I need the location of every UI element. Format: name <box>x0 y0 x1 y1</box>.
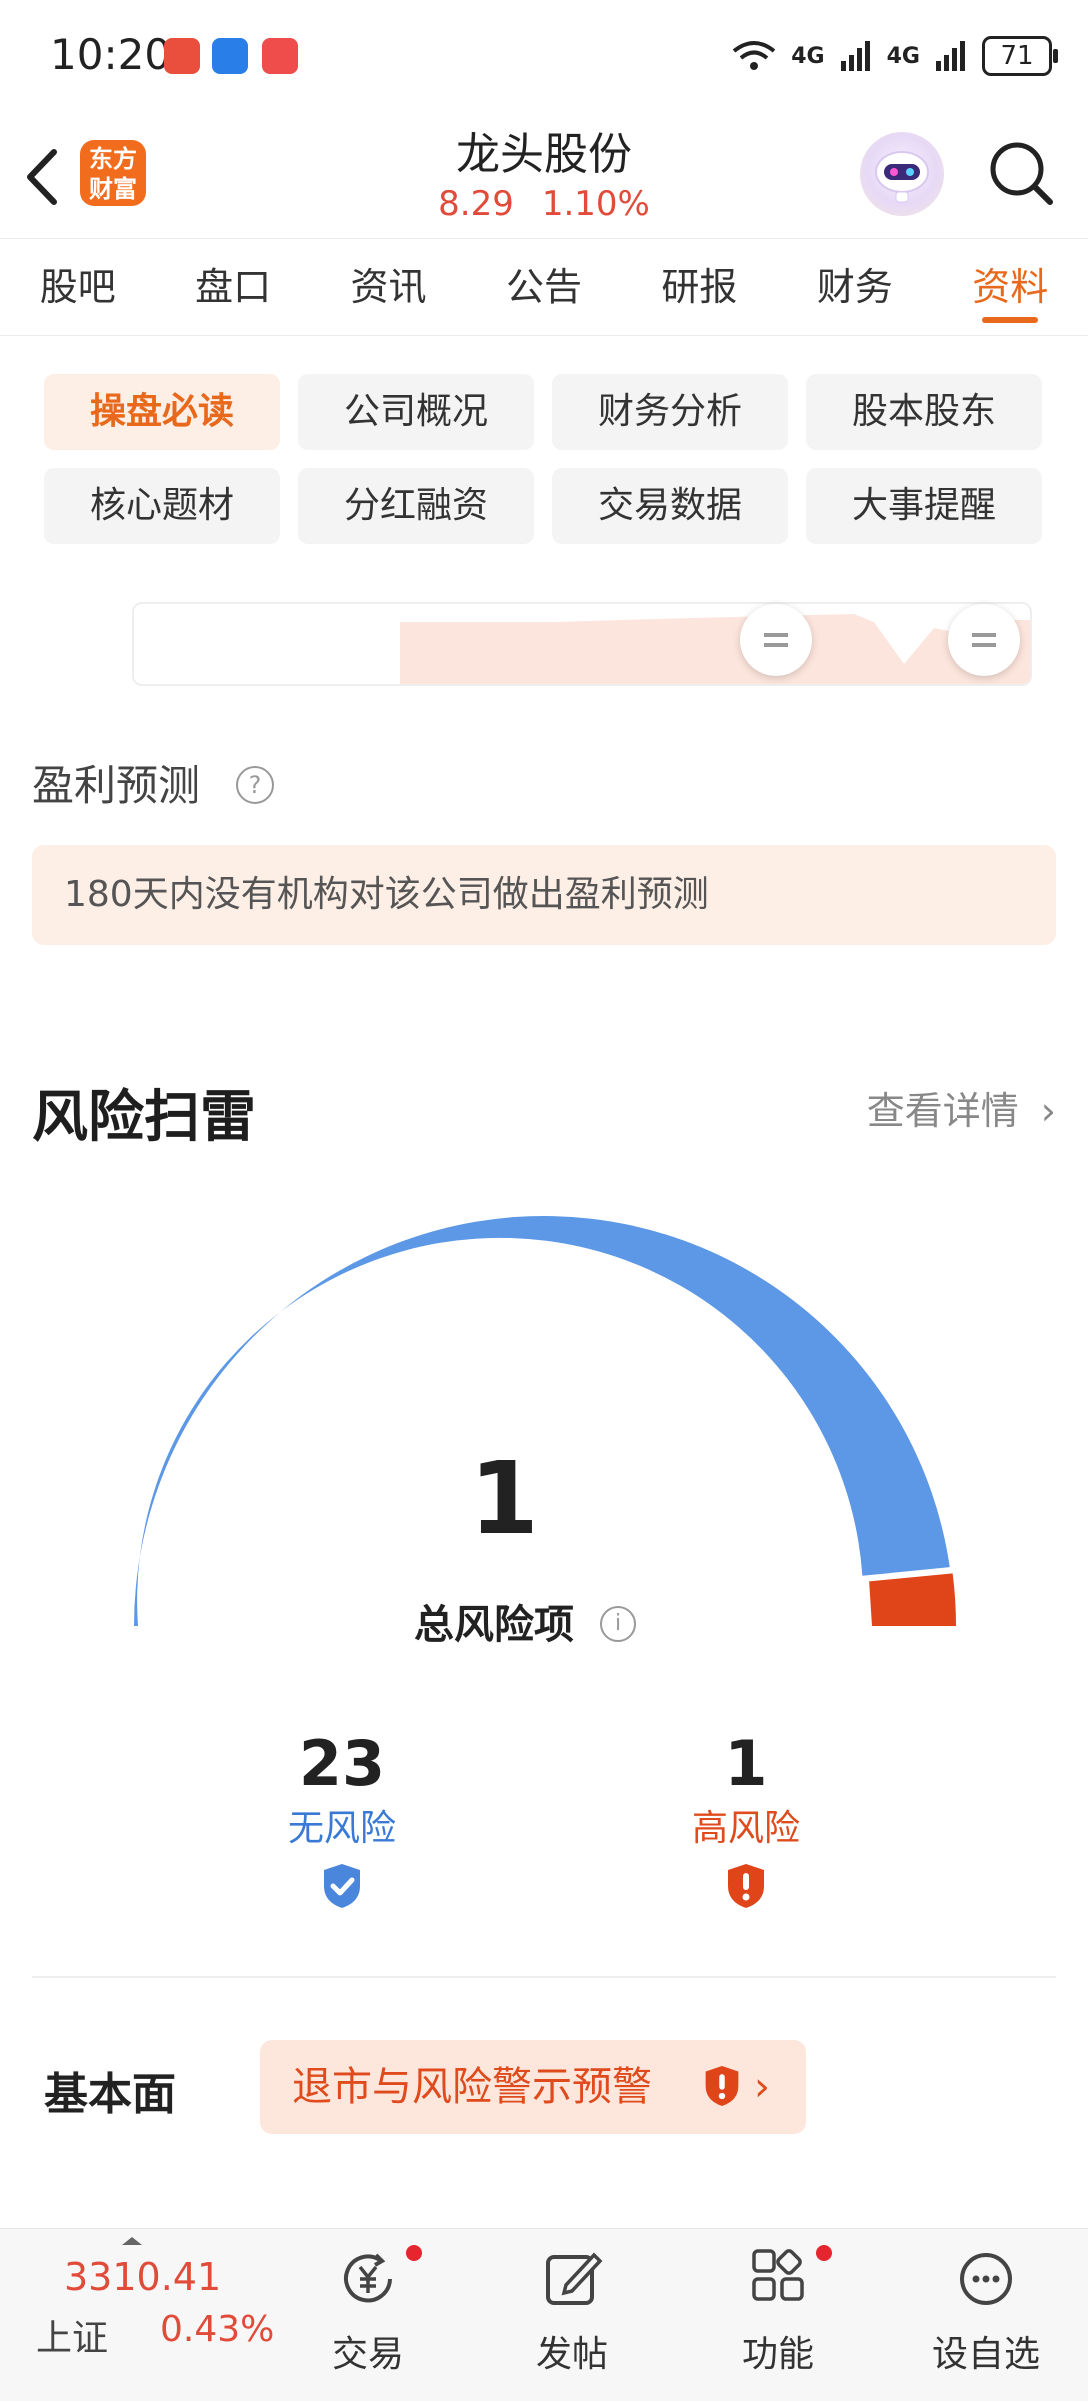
message-notification-icon <box>262 38 298 74</box>
caret-up-icon <box>122 2237 142 2245</box>
chip-company-overview[interactable]: 公司概况 <box>298 374 534 450</box>
index-change[interactable]: 0.43% <box>160 2309 274 2350</box>
stock-change-pct: 1.10% <box>541 184 650 224</box>
nav-trade-label: 交易 <box>331 2334 404 2375</box>
chip-dividends[interactable]: 分红融资 <box>298 468 534 544</box>
ai-assistant-avatar[interactable] <box>860 132 944 216</box>
nav-functions-label: 功能 <box>741 2334 814 2375</box>
compose-icon <box>546 2252 603 2305</box>
info-icon[interactable]: i <box>600 1606 636 1642</box>
drag-handle-icon <box>972 633 996 647</box>
robot-icon <box>875 151 929 203</box>
nav-functions[interactable]: 功能 <box>698 2239 858 2389</box>
tab-bar: 股吧 盘口 资讯 公告 研报 财务 资料 <box>0 238 1088 336</box>
help-icon[interactable]: ? <box>236 766 274 804</box>
tab-news[interactable]: 资讯 <box>311 239 466 335</box>
no-risk-count: 23 <box>298 1727 386 1800</box>
index-value[interactable]: 3310.41 <box>64 2255 221 2299</box>
app-notification-icon <box>212 38 248 74</box>
gauge-no-risk-arc <box>134 1215 950 1626</box>
bottom-nav: 3310.41 上证 0.43% 交易 发帖 功能 设自选 <box>0 2228 1088 2401</box>
more-icon <box>960 2253 1012 2305</box>
view-details-label: 查看详情 <box>866 1089 1019 1133</box>
delisting-warning-button[interactable]: 退市与风险警示预警 › <box>260 2040 806 2134</box>
shield-alert-icon <box>705 2066 739 2106</box>
chip-trading-data[interactable]: 交易数据 <box>552 468 788 544</box>
network-type-1: 4G <box>791 43 825 69</box>
status-bar: 10:20 4G 4G 71 <box>0 0 1088 112</box>
nav-add-watchlist[interactable]: 设自选 <box>906 2239 1066 2389</box>
high-risk-label: 高风险 <box>691 1808 800 1849</box>
index-name[interactable]: 上证 <box>36 2309 108 2361</box>
drag-handle-icon <box>764 633 788 647</box>
section-divider <box>32 1976 1056 1978</box>
high-risk-stat[interactable]: 1 高风险 <box>616 1724 876 1910</box>
no-risk-label: 无风险 <box>287 1808 396 1849</box>
chip-financial-analysis[interactable]: 财务分析 <box>552 374 788 450</box>
total-risk-label: 总风险项 <box>414 1602 574 1648</box>
tab-announcements[interactable]: 公告 <box>466 239 621 335</box>
notification-dot <box>816 2245 832 2261</box>
chip-trading-essentials[interactable]: 操盘必读 <box>44 374 280 450</box>
notification-dot <box>406 2245 422 2261</box>
tab-pankou[interactable]: 盘口 <box>155 239 310 335</box>
fundamentals-label: 基本面 <box>44 2069 176 2120</box>
status-time: 10:20 <box>50 30 172 79</box>
grid-icon <box>752 2249 804 2301</box>
chip-event-reminders[interactable]: 大事提醒 <box>806 468 1042 544</box>
range-preview <box>400 614 1030 684</box>
profit-forecast-title: 盈利预测 <box>32 761 201 810</box>
chevron-right-icon: › <box>754 2064 770 2110</box>
battery-indicator: 71 <box>982 36 1058 76</box>
tab-finance[interactable]: 财务 <box>777 239 932 335</box>
delisting-warning-label: 退市与风险警示预警 <box>292 2064 652 2110</box>
risk-scan-title: 风险扫雷 <box>32 1085 256 1150</box>
nav-add-watchlist-label: 设自选 <box>931 2334 1040 2375</box>
high-risk-count: 1 <box>724 1727 768 1800</box>
missed-call-icon <box>164 38 200 74</box>
range-slider[interactable] <box>132 602 1032 686</box>
view-details-link[interactable]: 查看详情 › <box>867 1080 1056 1135</box>
chevron-right-icon: › <box>1040 1089 1056 1133</box>
gauge-high-risk-arc <box>869 1573 956 1626</box>
search-icon[interactable] <box>986 138 1056 208</box>
signal-icon-2 <box>936 41 965 71</box>
shield-alert-icon <box>728 1864 764 1908</box>
slider-left-handle[interactable] <box>740 604 812 676</box>
slider-right-handle[interactable] <box>948 604 1020 676</box>
nav-post[interactable]: 发帖 <box>492 2239 652 2389</box>
tab-profile[interactable]: 资料 <box>933 239 1088 335</box>
tab-guba[interactable]: 股吧 <box>0 239 155 335</box>
no-risk-stat[interactable]: 23 无风险 <box>212 1724 472 1910</box>
yuan-cycle-icon <box>344 2253 392 2303</box>
chip-core-themes[interactable]: 核心题材 <box>44 468 280 544</box>
profit-forecast-message: 180天内没有机构对该公司做出盈利预测 <box>32 845 1056 945</box>
signal-icon <box>840 41 870 71</box>
gauge-arcs <box>134 1215 956 1626</box>
stock-header: 东方财富 龙头股份 8.29 1.10% <box>0 112 1088 236</box>
stock-price: 8.29 <box>438 184 514 224</box>
chip-shareholders[interactable]: 股本股东 <box>806 374 1042 450</box>
status-indicators: 4G 4G 71 <box>731 34 1058 78</box>
wifi-icon <box>733 41 776 70</box>
nav-trade[interactable]: 交易 <box>288 2239 448 2389</box>
risk-gauge <box>134 1215 956 1626</box>
nav-post-label: 发帖 <box>535 2334 608 2375</box>
total-risk-count: 1 <box>469 1440 539 1557</box>
shield-check-icon <box>324 1864 360 1908</box>
sub-category-grid: 操盘必读 公司概况 财务分析 股本股东 核心题材 分红融资 交易数据 大事提醒 <box>44 374 1044 544</box>
network-type-2: 4G <box>886 43 920 69</box>
tab-research[interactable]: 研报 <box>622 239 777 335</box>
